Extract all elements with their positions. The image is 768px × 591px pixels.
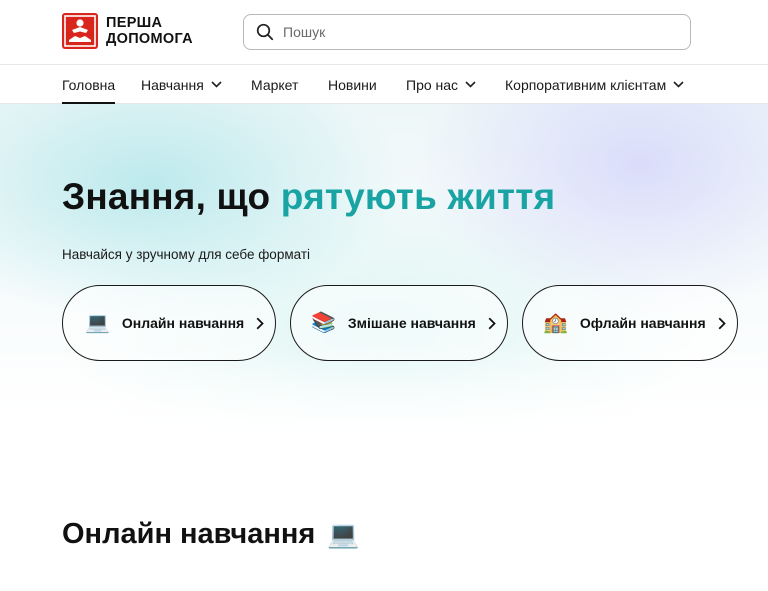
nav-item-about[interactable]: Про нас	[406, 65, 476, 104]
hero-title-part: Знання, що	[62, 176, 281, 217]
offline-training-button[interactable]: 🏫 Офлайн навчання	[522, 285, 738, 361]
search-input[interactable]	[283, 24, 663, 40]
hero-title-accent: рятують життя	[280, 176, 556, 217]
school-icon: 🏫	[543, 312, 568, 334]
chevron-right-icon	[488, 317, 496, 329]
logo-line-2: ДОПОМОГА	[106, 31, 193, 47]
nav-label: Головна	[62, 76, 116, 93]
hero-background	[0, 104, 768, 434]
option-label: Онлайн навчання	[121, 315, 245, 331]
option-label: Змішане навчання	[347, 315, 476, 331]
search-icon	[256, 23, 274, 41]
nav-label: Корпоративним клієнтам	[505, 76, 667, 93]
nav-label: Новини	[328, 76, 377, 93]
chevron-right-icon	[718, 317, 726, 329]
hero-title: Знання, що рятують життя	[62, 176, 555, 218]
search-box[interactable]	[243, 14, 691, 50]
nav-item-home[interactable]: Головна	[62, 65, 116, 105]
nav-label: Маркет	[251, 76, 299, 93]
chevron-right-icon	[256, 317, 264, 329]
nav-item-corporate[interactable]: Корпоративним клієнтам	[505, 65, 684, 104]
nav-label: Про нас	[406, 76, 459, 93]
laptop-icon: 💻	[85, 312, 110, 334]
blended-training-button[interactable]: 📚 Змішане навчання	[290, 285, 508, 361]
nav-item-market[interactable]: Маркет	[251, 65, 298, 104]
nav-item-training[interactable]: Навчання	[141, 65, 222, 104]
chevron-down-icon	[673, 81, 684, 88]
logo-line-1: ПЕРША	[106, 15, 163, 31]
nav-item-news[interactable]: Новини	[328, 65, 377, 104]
site-logo[interactable]: ПЕРША ДОПОМОГА	[62, 13, 193, 49]
nav-label: Навчання	[141, 76, 204, 93]
online-training-button[interactable]: 💻 Онлайн навчання	[62, 285, 276, 361]
hero-subtitle: Навчайся у зручному для себе форматі	[62, 247, 311, 262]
books-icon: 📚	[311, 312, 336, 334]
laptop-icon: 💻	[327, 519, 360, 549]
section-title: Онлайн навчання 💻	[62, 518, 360, 551]
logo-mark-icon	[62, 13, 98, 49]
section-title-text: Онлайн навчання	[62, 518, 316, 550]
main-nav: Головна Навчання Маркет Новини Про нас К…	[0, 64, 768, 105]
chevron-down-icon	[211, 81, 222, 88]
option-label: Офлайн навчання	[579, 315, 706, 331]
logo-text: ПЕРША ДОПОМОГА	[106, 15, 193, 47]
chevron-down-icon	[465, 81, 476, 88]
site-header: ПЕРША ДОПОМОГА	[0, 0, 768, 64]
